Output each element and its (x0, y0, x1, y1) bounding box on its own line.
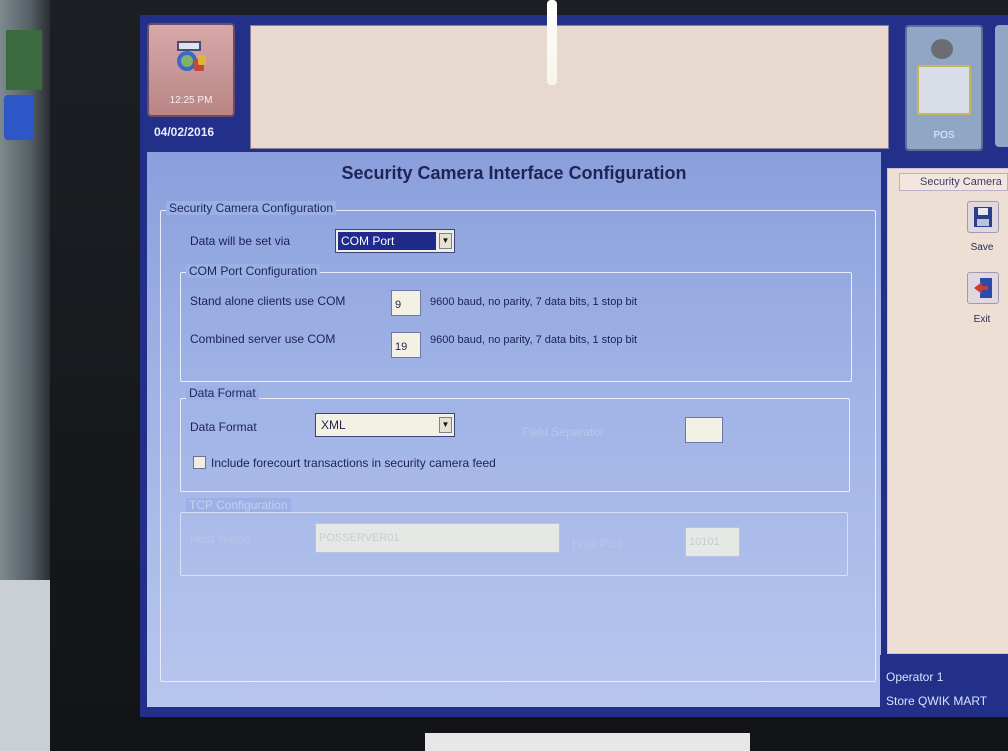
side-panel-title: Security Camera (899, 173, 1008, 191)
exit-door-icon (974, 278, 992, 298)
save-label: Save (970, 242, 994, 253)
operator-status: Operator 1 (886, 670, 944, 684)
host-name-input[interactable]: POSSERVER01 (315, 523, 560, 553)
data-sent-value: COM Port (338, 232, 436, 250)
combined-com-label: Combined server use COM (190, 332, 336, 346)
background-object (4, 95, 34, 140)
host-port-label: Host Port (572, 537, 623, 551)
data-format-value: XML (321, 418, 346, 432)
data-sent-select[interactable]: COM Port ▼ (335, 229, 455, 253)
save-button[interactable] (967, 201, 999, 233)
clock-time: 12:25 PM (169, 95, 213, 106)
background-room (0, 0, 50, 751)
com-port-legend: COM Port Configuration (186, 264, 321, 278)
clock-app-icon (177, 41, 206, 71)
paper-card (425, 733, 750, 751)
tcp-legend: TCP Configuration (186, 498, 291, 512)
floppy-disk-icon (974, 207, 992, 227)
pos-picture (917, 65, 971, 115)
data-sent-label: Data will be set via (190, 234, 291, 248)
field-separator-label: Field Separator (522, 425, 605, 439)
pos-button[interactable]: POS (905, 25, 983, 151)
message-area (250, 25, 889, 149)
pos-terminal-icon (931, 39, 953, 59)
host-name-label: Host Name (190, 532, 251, 546)
next-app-tile[interactable] (995, 25, 1008, 147)
clock-date: 04/02/2016 (154, 125, 215, 139)
com-port-group (180, 272, 852, 382)
standalone-com-desc: 9600 baud, no parity, 7 data bits, 1 sto… (430, 296, 638, 308)
standalone-com-input[interactable]: 9 (391, 290, 421, 316)
include-forecourt-checkbox[interactable] (193, 456, 206, 469)
chevron-down-icon[interactable]: ▼ (439, 417, 452, 433)
standalone-com-label: Stand alone clients use COM (190, 294, 346, 308)
host-port-input[interactable]: 10101 (685, 527, 740, 557)
include-forecourt-label: Include forecourt transactions in securi… (211, 456, 496, 470)
exit-button[interactable] (967, 272, 999, 304)
chevron-down-icon[interactable]: ▼ (439, 233, 452, 249)
field-separator-input[interactable] (685, 417, 723, 443)
combined-com-input[interactable]: 19 (391, 332, 421, 358)
screen-glare (547, 0, 557, 85)
data-format-legend: Data Format (186, 386, 259, 400)
window-title: Security Camera Interface Configuration (341, 163, 687, 183)
combined-com-desc: 9600 baud, no parity, 7 data bits, 1 sto… (430, 334, 638, 346)
store-status: Store QWIK MART (886, 694, 988, 708)
side-panel (887, 168, 1008, 654)
pos-label: POS (933, 130, 955, 141)
data-format-label: Data Format (190, 420, 257, 434)
exit-label: Exit (973, 314, 991, 325)
data-format-select[interactable]: XML ▼ (315, 413, 455, 437)
background-object (0, 580, 50, 751)
background-object (6, 30, 42, 90)
security-camera-legend: Security Camera Configuration (166, 201, 337, 215)
data-format-group (180, 398, 850, 492)
clock-button[interactable]: 12:25 PM (147, 23, 235, 117)
